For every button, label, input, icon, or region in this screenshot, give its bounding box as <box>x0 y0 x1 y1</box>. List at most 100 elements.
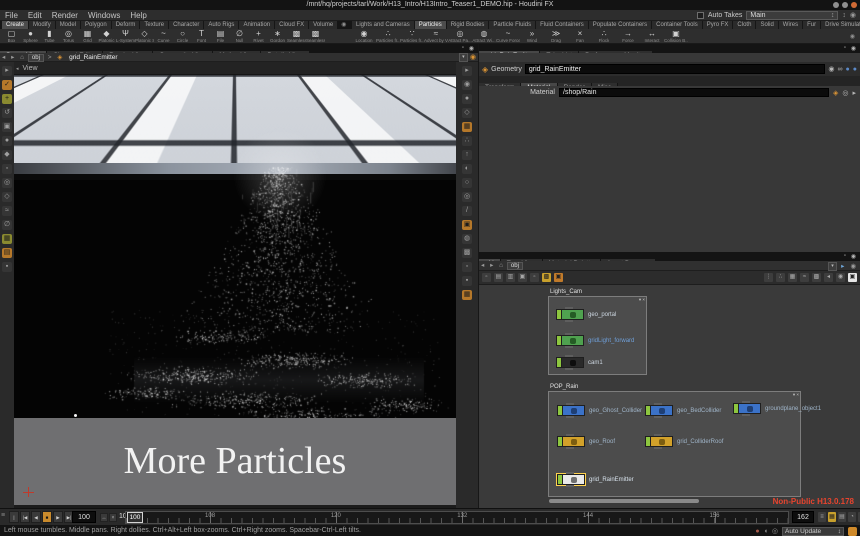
shelf-tabs-gear-icon[interactable]: ◉ <box>338 21 349 29</box>
shelf-tool-fan[interactable]: ×Fan <box>568 29 592 44</box>
shelf-tab-populate-containers[interactable]: Populate Containers <box>589 21 652 29</box>
node-body[interactable] <box>557 436 585 447</box>
network-canvas[interactable]: Non-Public H13.0.178 Lights_Cam▾ ×POP_Ra… <box>479 285 860 508</box>
edit-tool[interactable]: ▫ <box>2 164 12 174</box>
viewport-view-label[interactable]: View <box>22 65 37 72</box>
pane-tab-maximize-icon[interactable]: ▫ <box>844 45 846 51</box>
flags-icon[interactable]: ▣ <box>518 273 527 282</box>
shelf-tool-box[interactable]: ▢Box <box>2 29 21 44</box>
lighting-icon[interactable]: ○ <box>462 178 472 188</box>
shelf-tool-torus[interactable]: ◎Torus <box>59 29 78 44</box>
network-path-chip[interactable]: obj <box>507 262 523 270</box>
auto-update-select[interactable]: Auto Update ↕ <box>782 527 844 536</box>
open-floating-icon[interactable]: ◎ <box>842 89 848 97</box>
net-path-dropdown[interactable]: ▾ <box>828 262 837 271</box>
play-button[interactable]: ▶ <box>53 511 63 523</box>
play-reverse-button[interactable]: ◀ <box>31 511 41 523</box>
shelf-tab-deform[interactable]: Deform <box>112 21 141 29</box>
shelf-tool-particles-fr[interactable]: ∵Particles fr... <box>400 29 424 44</box>
shelf-tab-wires[interactable]: Wires <box>779 21 803 29</box>
realtime-icon[interactable]: ≡ <box>818 512 826 522</box>
gear-icon[interactable]: ◉ <box>828 65 834 73</box>
window-minimize-button[interactable] <box>833 2 839 8</box>
dots-icon[interactable]: ⋮ <box>764 273 773 282</box>
shelf-tab-auto-rigs[interactable]: Auto Rigs <box>204 21 239 29</box>
range-limit-icon[interactable]: ↔ <box>100 513 108 522</box>
node-geo-bedcollider[interactable]: geo_BedCollider <box>645 405 721 416</box>
key-tool[interactable]: ◇ <box>2 192 12 202</box>
shelf-tool-l-system[interactable]: ΨL-System <box>116 29 135 44</box>
shelf-tool-sphere[interactable]: ●Sphere <box>21 29 40 44</box>
color-palette-icon[interactable]: ▩ <box>542 273 551 282</box>
camera-lock-icon[interactable]: ▣ <box>462 220 472 230</box>
snap-grid-icon[interactable]: ▦ <box>462 122 472 132</box>
handles-tool[interactable]: ◆ <box>2 150 12 160</box>
node-body[interactable] <box>557 405 585 416</box>
shelf-tab-create[interactable]: Create <box>2 21 29 29</box>
gamma-icon[interactable]: ◍ <box>462 234 472 244</box>
shelf-tool-location[interactable]: ◉Location <box>352 29 376 44</box>
node-body[interactable] <box>556 357 584 368</box>
back-arrow-icon[interactable]: ◂ <box>0 54 7 61</box>
shelf-gear-icon[interactable]: ◉ <box>847 33 858 41</box>
shelf-tool-seamless[interactable]: ▩Seamless <box>306 29 325 44</box>
shelf-tool-platonic-sp[interactable]: ◇Platonic Sp <box>135 29 154 44</box>
shelf-tab-cloud-fx[interactable]: Cloud FX <box>275 21 309 29</box>
network-tab-pane-menu-icon[interactable]: ◉ <box>851 253 856 260</box>
link-icon[interactable]: ∞ <box>838 66 843 73</box>
node-name-field[interactable]: grid_RainEmitter <box>525 64 826 74</box>
shelf-tab-particles[interactable]: Particles <box>415 21 447 29</box>
net-gear-icon[interactable]: ◉ <box>848 262 858 271</box>
shelf-tab-fluid-containers[interactable]: Fluid Containers <box>536 21 589 29</box>
menu-windows[interactable]: Windows <box>83 10 125 21</box>
shelf-tool-grid[interactable]: ▦Grid <box>78 29 97 44</box>
timeline-ruler[interactable]: 100 108120132144156 <box>125 511 789 524</box>
node-grid-rainemitter[interactable]: grid_RainEmitter <box>557 474 634 485</box>
node-grid-colliderroof[interactable]: grid_ColliderRoof <box>645 436 723 447</box>
shelf-tool-curve[interactable]: ~Curve <box>154 29 173 44</box>
pane-tab-pane-menu-icon[interactable]: ◉ <box>469 45 474 52</box>
node-cam1[interactable]: cam1 <box>556 357 603 368</box>
path-root-chip[interactable]: obj <box>28 54 44 62</box>
two-sided-icon[interactable]: ◐ <box>462 164 472 174</box>
shelf-tab-volume[interactable]: Volume <box>309 21 338 29</box>
node-body[interactable] <box>645 436 673 447</box>
misc-tool[interactable]: ▪ <box>2 262 12 272</box>
network-box-controls[interactable]: ▾ × <box>639 297 645 303</box>
shelf-tool-wind[interactable]: »Wind <box>520 29 544 44</box>
grid-display-icon[interactable]: ▫ <box>462 262 472 272</box>
net-back-arrow-icon[interactable]: ◂ <box>479 262 486 269</box>
shelf-tool-font[interactable]: TFont <box>192 29 211 44</box>
node-gridlight-forward[interactable]: gridLight_forward <box>556 335 634 346</box>
shelf-tool-platonic[interactable]: ◆Platonic <box>97 29 116 44</box>
node-body[interactable] <box>556 309 584 320</box>
shelf-tool-curve-force[interactable]: ~Curve Force <box>496 29 520 44</box>
notification-icon[interactable]: ◉ <box>850 10 856 21</box>
shelf-tab-model[interactable]: Model <box>56 21 81 29</box>
path-node-name[interactable]: grid_RainEmitter <box>66 54 117 61</box>
playbar-grip[interactable]: ≡ <box>1 512 5 519</box>
paint-tool[interactable]: ≈ <box>2 206 12 216</box>
headlight-icon[interactable]: ◎ <box>462 192 472 202</box>
range-end-field[interactable]: 162 <box>792 511 814 523</box>
wireframe-icon[interactable]: ◇ <box>462 108 472 118</box>
dopnet-icon[interactable]: ▦ <box>828 512 836 522</box>
shelf-tool-rivet[interactable]: +Rivet <box>249 29 268 44</box>
shelf-tab-cloth[interactable]: Cloth <box>733 21 756 29</box>
viewport-menu-icon[interactable]: ◂ <box>14 66 21 72</box>
current-frame-field[interactable]: 100 <box>72 511 96 523</box>
normals-display-icon[interactable]: ↑ <box>462 150 472 160</box>
shelf-tool-attract-pa[interactable]: ◎Attract Pa... <box>448 29 472 44</box>
memory-indicator-icon[interactable] <box>848 527 857 536</box>
prev-icon[interactable]: ◂ <box>824 273 833 282</box>
node-groundplane-object1[interactable]: groundplane_object1 <box>733 403 821 414</box>
secure-select-icon[interactable]: ◉ <box>462 80 472 90</box>
pane-tab-pane-menu-icon[interactable]: ◉ <box>851 45 856 52</box>
shelf-tab-pyro-fx[interactable]: Pyro FX <box>703 21 734 29</box>
shelf-tab-solid[interactable]: Solid <box>756 21 778 29</box>
rotate-tool[interactable]: ↺ <box>2 108 12 118</box>
material-path-field[interactable]: /shop/Rain <box>559 88 829 97</box>
take-select[interactable]: Main ↕ <box>746 11 838 20</box>
pose-tool[interactable]: ● <box>2 136 12 146</box>
error-indicator-icon[interactable]: ● <box>755 526 759 536</box>
